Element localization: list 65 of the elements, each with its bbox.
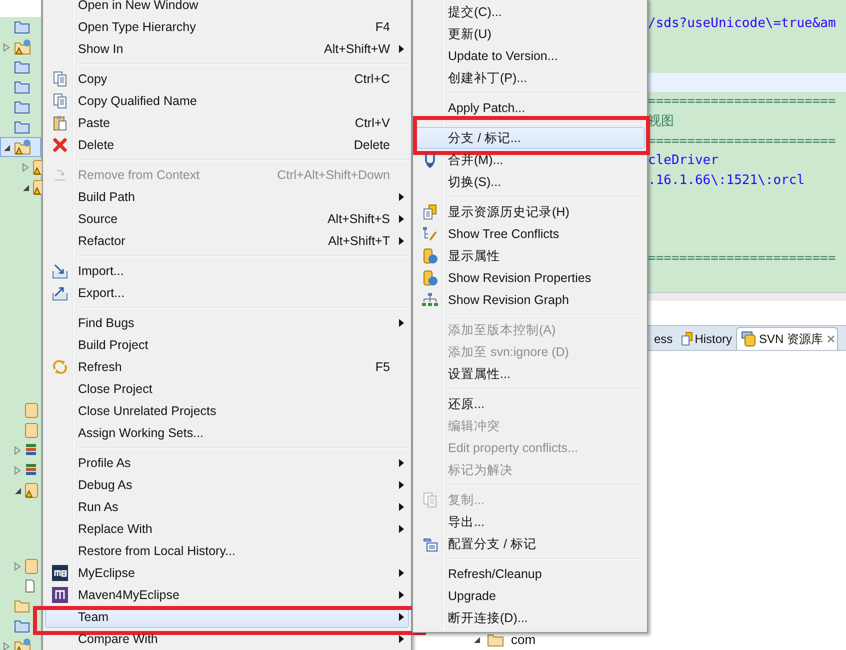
menu-item[interactable]: Refresh F5 xyxy=(45,356,409,378)
menu-item[interactable]: Open Type Hierarchy F4 xyxy=(45,16,409,38)
menu-item[interactable]: Close Unrelated Projects xyxy=(45,400,409,422)
shortcut-label: F4 xyxy=(375,20,390,34)
menu-item[interactable]: Replace With xyxy=(45,518,409,540)
menu-item[interactable]: 提交(C)... xyxy=(415,1,645,23)
shortcut-label: Alt+Shift+S xyxy=(327,212,390,226)
menu-item[interactable]: Show In Alt+Shift+W xyxy=(45,38,409,60)
menu-item[interactable]: MyEclipse xyxy=(45,562,409,584)
menu-item[interactable]: 配置分支 / 标记 xyxy=(415,533,645,555)
menu-item[interactable]: Run As xyxy=(45,496,409,518)
menu-item[interactable]: 创建补丁(P)... xyxy=(415,67,645,89)
shortcut-label: Delete xyxy=(354,138,390,152)
menu-item[interactable]: 设置属性... xyxy=(415,363,645,385)
menu-item[interactable]: Update to Version... xyxy=(415,45,645,67)
menu-item[interactable]: 合并(M)... xyxy=(415,149,645,171)
shortcut-label: Alt+Shift+T xyxy=(328,234,390,248)
code-line: .16.1.66\:1521\:orcl xyxy=(648,172,806,190)
menu-item[interactable]: 还原... xyxy=(415,393,645,415)
menu-item[interactable]: 显示资源历史记录(H) xyxy=(415,201,645,223)
menu-item[interactable]: Restore from Local History... xyxy=(45,540,409,562)
menu-item[interactable]: 更新(U) xyxy=(415,23,645,45)
menu-item[interactable]: 断开连接(D)... xyxy=(415,607,645,629)
code-line: cleDriver xyxy=(648,152,720,170)
shortcut-label: Ctrl+V xyxy=(354,116,390,130)
code-line: ======================== xyxy=(648,250,837,268)
menu-item[interactable]: Show Revision Properties xyxy=(415,267,645,289)
menu-item[interactable]: Build Project xyxy=(45,334,409,356)
menu-item[interactable]: Close Project xyxy=(45,378,409,400)
menu-item[interactable]: Show Revision Graph xyxy=(415,289,645,311)
menu-item[interactable]: 显示属性 xyxy=(415,245,645,267)
menu-item[interactable]: Import... xyxy=(45,260,409,282)
shortcut-label: F5 xyxy=(375,360,390,374)
panel-tab[interactable]: ess xyxy=(650,328,677,350)
menu-item[interactable]: Maven4MyEclipse xyxy=(45,584,409,606)
menu-item[interactable]: Copy Ctrl+C xyxy=(45,68,409,90)
shortcut-label: Ctrl+C xyxy=(354,72,390,86)
menu-item[interactable]: Compare With xyxy=(45,628,409,650)
menu-item[interactable]: Upgrade xyxy=(415,585,645,607)
menu-item[interactable]: Build Path xyxy=(45,186,409,208)
code-line: ======================== xyxy=(648,93,837,112)
menu-item[interactable]: Open in New Window xyxy=(45,0,409,16)
menu-item[interactable]: Apply Patch... xyxy=(415,97,645,119)
menu-item[interactable]: Source Alt+Shift+S xyxy=(45,208,409,230)
menu-item[interactable]: Copy Qualified Name xyxy=(45,90,409,112)
panel-tab[interactable]: History xyxy=(676,328,736,350)
menu-item[interactable]: Paste Ctrl+V xyxy=(45,112,409,134)
shortcut-label: Alt+Shift+W xyxy=(324,42,390,56)
menu-item[interactable]: 分支 / 标记... xyxy=(415,127,645,149)
menu-item[interactable]: 导出... xyxy=(415,511,645,533)
menu-item[interactable]: Refresh/Cleanup xyxy=(415,563,645,585)
shortcut-label: Ctrl+Alt+Shift+Down xyxy=(277,168,390,182)
panel-tab[interactable]: SVN 资源库 xyxy=(736,327,838,350)
menu-item[interactable]: Show Tree Conflicts xyxy=(415,223,645,245)
tree-item-label[interactable]: com xyxy=(511,632,536,647)
menu-item[interactable]: Debug As xyxy=(45,474,409,496)
menu-item[interactable]: 切换(S)... xyxy=(415,171,645,193)
menu-item[interactable]: Assign Working Sets... xyxy=(45,422,409,444)
menu-item[interactable]: Profile As xyxy=(45,452,409,474)
menu-item[interactable]: Refactor Alt+Shift+T xyxy=(45,230,409,252)
code-line: ======================== xyxy=(648,132,837,151)
menu-item[interactable]: Delete Delete xyxy=(45,134,409,156)
menu-item[interactable]: Find Bugs xyxy=(45,312,409,334)
menu-item[interactable]: Export... xyxy=(45,282,409,304)
code-line: /sds?useUnicode\=true&am xyxy=(648,15,837,33)
